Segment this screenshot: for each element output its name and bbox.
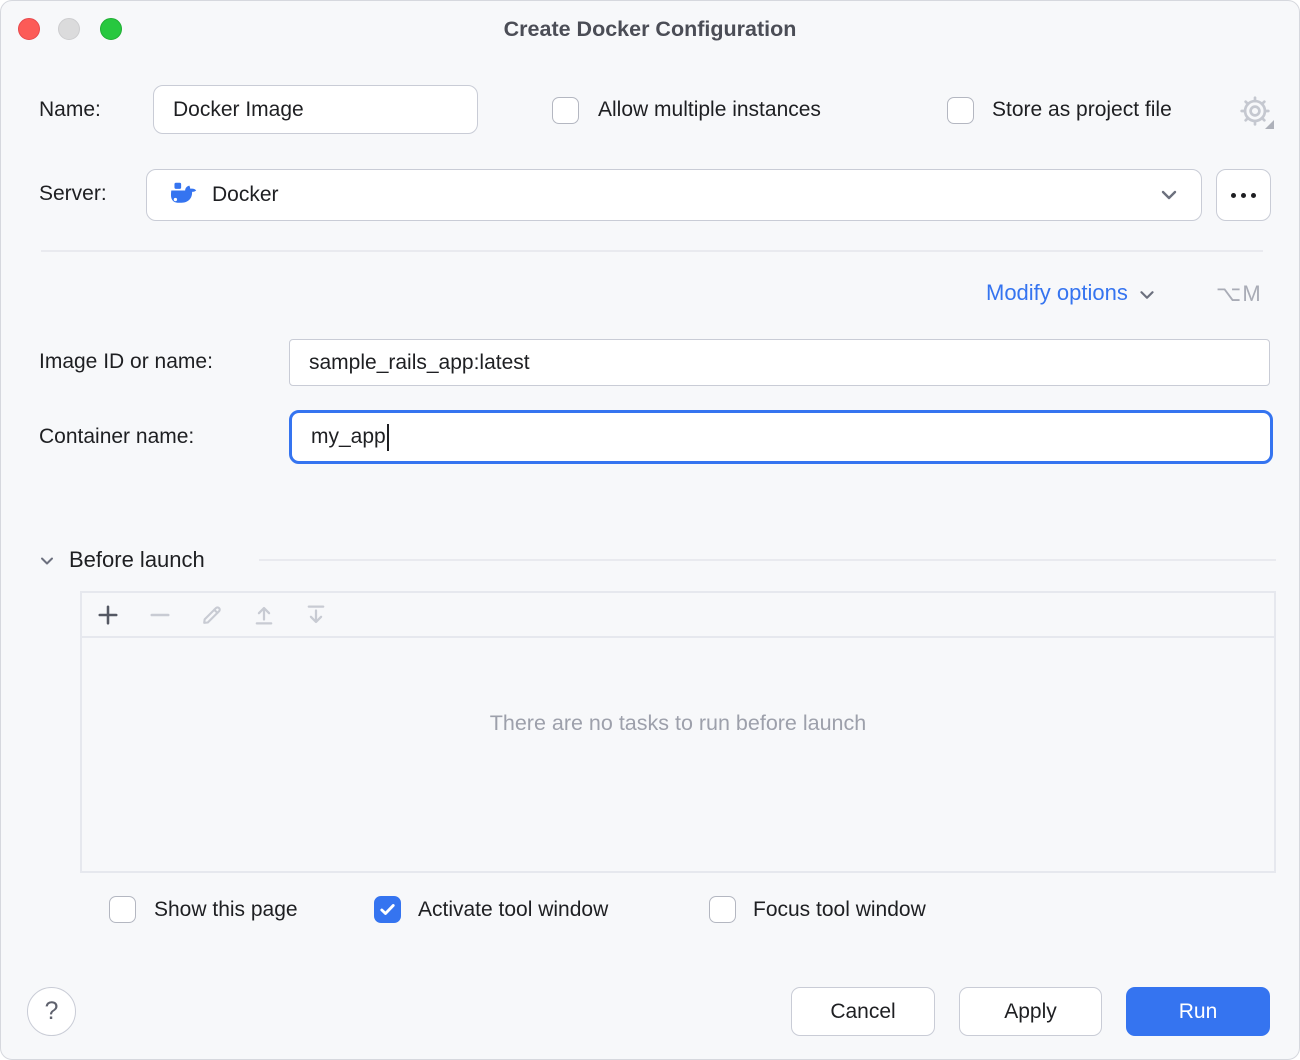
browse-servers-button[interactable] xyxy=(1216,169,1271,221)
focus-tool-window-checkbox[interactable] xyxy=(709,896,736,923)
server-select[interactable]: Docker xyxy=(146,169,1202,221)
text-caret xyxy=(387,424,389,451)
store-as-project-file-checkbox[interactable] xyxy=(947,97,974,124)
before-launch-title[interactable]: Before launch xyxy=(69,547,205,573)
server-label: Server: xyxy=(39,182,107,206)
show-this-page-checkbox[interactable] xyxy=(109,896,136,923)
allow-multiple-instances-label[interactable]: Allow multiple instances xyxy=(598,98,821,122)
run-button[interactable]: Run xyxy=(1126,987,1270,1036)
move-task-up-button[interactable] xyxy=(248,599,280,631)
container-name-input[interactable]: my_app xyxy=(289,410,1273,464)
container-name-label: Container name: xyxy=(39,425,194,449)
focus-tool-window-label[interactable]: Focus tool window xyxy=(753,898,926,922)
move-task-down-button[interactable] xyxy=(300,599,332,631)
add-task-button[interactable] xyxy=(92,599,124,631)
image-id-input[interactable]: sample_rails_app:latest xyxy=(289,339,1270,386)
modify-options-label: Modify options xyxy=(986,280,1128,306)
move-up-icon xyxy=(252,603,276,627)
dialog-title: Create Docker Configuration xyxy=(1,1,1299,56)
gear-icon[interactable] xyxy=(1238,94,1272,128)
cancel-button[interactable]: Cancel xyxy=(791,987,935,1036)
section-divider xyxy=(41,250,1263,252)
before-launch-panel: There are no tasks to run before launch xyxy=(80,591,1276,873)
create-docker-configuration-dialog: Create Docker Configuration Name: Docker… xyxy=(0,0,1300,1060)
modify-options-shortcut: ⌥M xyxy=(1216,281,1262,307)
server-select-value: Docker xyxy=(212,183,1157,207)
image-id-input-value: sample_rails_app:latest xyxy=(309,351,530,375)
edit-task-button[interactable] xyxy=(196,599,228,631)
before-launch-toolbar xyxy=(82,593,1274,638)
docker-icon xyxy=(167,179,199,211)
activate-tool-window-label[interactable]: Activate tool window xyxy=(418,898,608,922)
before-launch-divider xyxy=(259,559,1276,561)
gear-dropdown-triangle xyxy=(1265,120,1274,129)
collapse-section-icon[interactable] xyxy=(37,551,57,571)
apply-button[interactable]: Apply xyxy=(959,987,1102,1036)
move-down-icon xyxy=(304,603,328,627)
remove-task-button[interactable] xyxy=(144,599,176,631)
help-button-label: ? xyxy=(45,997,59,1026)
activate-tool-window-checkbox[interactable] xyxy=(374,896,401,923)
edit-icon xyxy=(200,603,224,627)
name-input[interactable]: Docker Image xyxy=(153,85,478,134)
store-as-project-file-label[interactable]: Store as project file xyxy=(992,98,1172,122)
help-button[interactable]: ? xyxy=(27,987,76,1036)
add-icon xyxy=(96,603,120,627)
before-launch-empty-text: There are no tasks to run before launch xyxy=(82,711,1274,736)
show-this-page-label[interactable]: Show this page xyxy=(154,898,298,922)
name-input-value: Docker Image xyxy=(173,98,304,122)
modify-options-link[interactable]: Modify options xyxy=(986,280,1158,306)
checkmark-icon xyxy=(378,900,397,919)
chevron-down-icon xyxy=(1157,183,1181,207)
chevron-down-icon xyxy=(1136,284,1158,306)
container-name-input-value: my_app xyxy=(311,425,386,449)
allow-multiple-instances-checkbox[interactable] xyxy=(552,97,579,124)
ellipsis-icon xyxy=(1231,193,1256,198)
image-id-label: Image ID or name: xyxy=(39,350,213,374)
titlebar: Create Docker Configuration xyxy=(1,1,1299,56)
remove-icon xyxy=(148,603,172,627)
name-label: Name: xyxy=(39,98,101,122)
